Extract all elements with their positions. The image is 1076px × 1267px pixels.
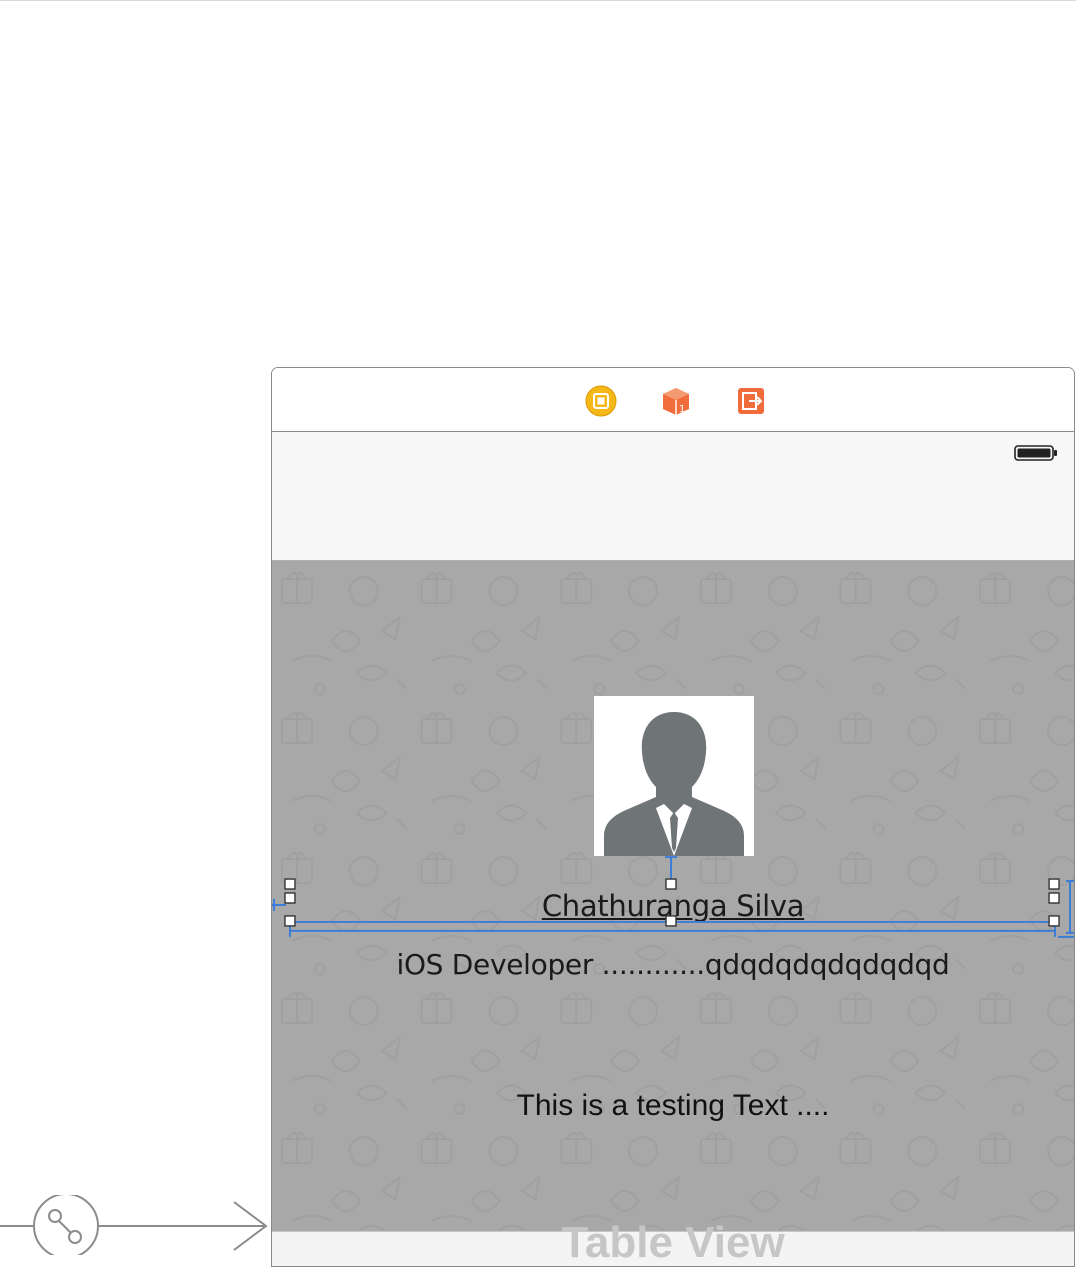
content-view[interactable]: Chathuranga Silva iOS Developer ........…	[272, 561, 1074, 1231]
scene-dock: 1	[272, 368, 1074, 432]
table-view-label: Table View	[561, 1218, 785, 1267]
profile-image[interactable]	[594, 696, 754, 856]
status-bar	[272, 432, 1074, 561]
person-silhouette-icon	[604, 712, 744, 856]
battery-icon	[1014, 445, 1057, 461]
testing-label[interactable]: This is a testing Text ....	[272, 1089, 1074, 1123]
svg-text:1: 1	[679, 404, 685, 415]
table-view[interactable]: Table View	[272, 1218, 1074, 1266]
segue-arrow[interactable]	[0, 1195, 272, 1255]
first-responder-icon[interactable]: 1	[660, 385, 692, 417]
view-controller-icon[interactable]	[585, 385, 617, 417]
top-divider	[0, 0, 1076, 1]
exit-icon[interactable]	[735, 385, 767, 417]
role-label[interactable]: iOS Developer ............qdqdqdqdqdqdqd	[272, 948, 1074, 981]
name-label[interactable]: Chathuranga Silva	[272, 889, 1074, 923]
segue-link-icon[interactable]	[33, 1195, 99, 1255]
storyboard-scene[interactable]: 1 Chathuranga Silva iOS Developer ......…	[271, 367, 1075, 1267]
